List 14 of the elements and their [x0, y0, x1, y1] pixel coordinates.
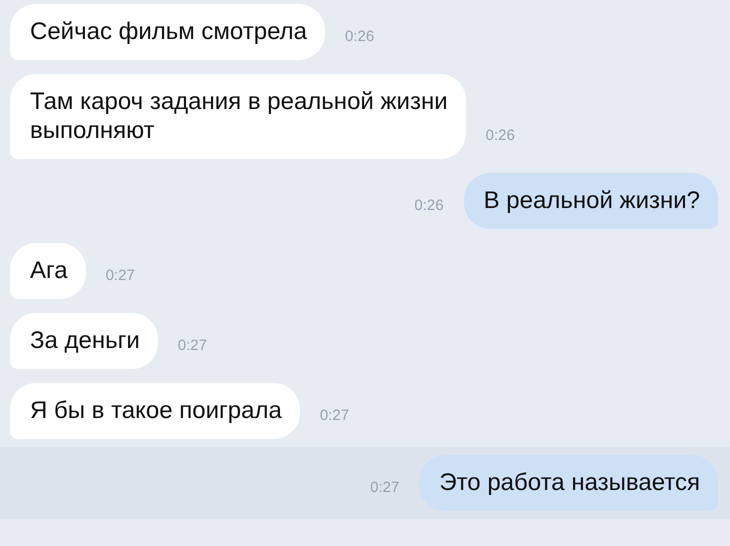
message-bubble: Там кароч задания в реальной жизни выполняют — [10, 74, 466, 159]
message-bubble: В реальной жизни? — [464, 173, 718, 229]
message-bubble: Я бы в такое поиграла — [10, 383, 300, 439]
message-bubble: За деньги — [10, 313, 158, 369]
message-time: 0:26 — [414, 197, 444, 214]
message-time: 0:27 — [106, 267, 135, 284]
message-time: 0:27 — [370, 479, 400, 496]
message-time: 0:27 — [178, 337, 207, 354]
message-time: 0:26 — [486, 127, 515, 144]
message-bubble: Это работа называется — [419, 455, 718, 511]
message-bubble: Сейчас фильм смотрела — [10, 4, 325, 60]
message-time: 0:27 — [320, 407, 350, 424]
message-time: 0:26 — [345, 28, 374, 45]
message-bubble: Ага — [10, 243, 86, 299]
